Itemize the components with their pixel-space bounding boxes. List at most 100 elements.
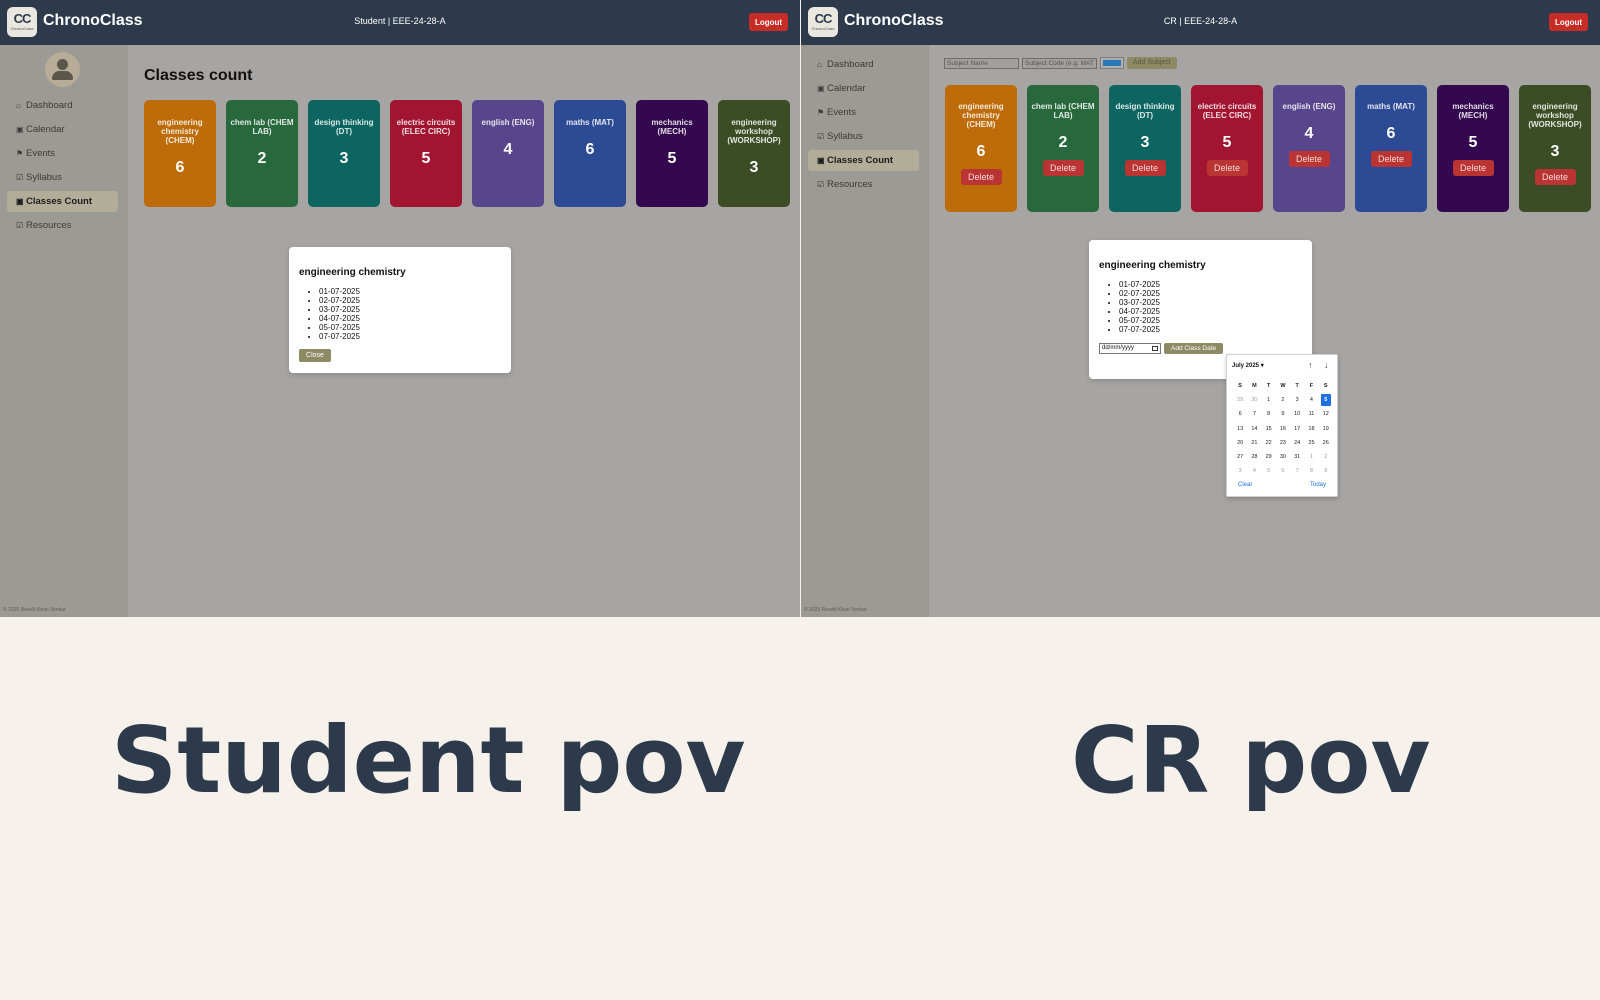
sidebar-item-syllabus[interactable]: ☑ Syllabus [7,167,118,188]
calendar-day[interactable]: 6 [1233,407,1247,421]
subject-card[interactable]: maths (MAT) 6 Delete [1355,85,1427,212]
calendar-day[interactable]: 10 [1290,407,1304,421]
delete-subject-button[interactable]: Delete [1042,160,1084,176]
sidebar-item-resources[interactable]: ☑ Resources [808,174,919,195]
calendar-day[interactable]: 7 [1290,464,1304,478]
subject-card[interactable]: electric circuits (ELEC CIRC) 5 [390,100,462,207]
delete-subject-button[interactable]: Delete [1370,151,1412,167]
calendar-day[interactable]: 5 [1262,464,1276,478]
calendar-day[interactable]: 14 [1247,422,1261,436]
subject-card[interactable]: engineering chemistry (CHEM) 6 Delete [945,85,1017,212]
sidebar-item-classes-count[interactable]: ▣ Classes Count [808,150,919,171]
subject-card[interactable]: engineering workshop (WORKSHOP) 3 [718,100,790,207]
calendar-day[interactable]: 27 [1233,450,1247,464]
delete-subject-button[interactable]: Delete [1452,160,1494,176]
sidebar-item-events[interactable]: ⚑ Events [808,102,919,123]
subject-card[interactable]: chem lab (CHEM LAB) 2 [226,100,298,207]
subject-card[interactable]: design thinking (DT) 3 [308,100,380,207]
sidebar-item-classes-count[interactable]: ▣ Classes Count [7,191,118,212]
sidebar-item-syllabus[interactable]: ☑ Syllabus [808,126,919,147]
subject-card[interactable]: english (ENG) 4 [472,100,544,207]
calendar-day[interactable]: 15 [1262,422,1276,436]
subject-card[interactable]: mechanics (MECH) 5 [636,100,708,207]
calendar-day[interactable]: 19 [1319,422,1333,436]
sidebar-item-dashboard[interactable]: ⌂ Dashboard [808,54,919,75]
calendar-day[interactable]: 13 [1233,422,1247,436]
arrow-up-icon[interactable]: ↑ [1308,360,1313,370]
calendar-day[interactable]: 17 [1290,422,1304,436]
calendar-day[interactable]: 16 [1276,422,1290,436]
sidebar-item-calendar[interactable]: ▣ Calendar [808,78,919,99]
calendar-day[interactable]: 29 [1233,393,1247,407]
calendar-day[interactable]: 18 [1304,422,1318,436]
calendar-day[interactable]: 11 [1304,407,1318,421]
today-button[interactable]: Today [1310,482,1326,488]
calendar-day[interactable]: 23 [1276,436,1290,450]
sidebar-item-events[interactable]: ⚑ Events [7,143,118,164]
calendar-day[interactable]: 1 [1304,450,1318,464]
calendar-day[interactable]: 9 [1276,407,1290,421]
close-button[interactable]: Close [299,349,331,362]
subject-cards: engineering chemistry (CHEM) 6 Delete chem … [945,85,1600,212]
calendar-day[interactable]: 1 [1262,393,1276,407]
calendar-day[interactable]: 22 [1262,436,1276,450]
calendar-day[interactable]: 28 [1247,450,1261,464]
subject-color-picker[interactable] [1100,57,1124,69]
calendar-day[interactable]: 30 [1276,450,1290,464]
calendar-day[interactable]: 31 [1290,450,1304,464]
calendar-day[interactable]: 5 [1320,394,1331,407]
subject-card[interactable]: english (ENG) 4 Delete [1273,85,1345,212]
subject-card[interactable]: chem lab (CHEM LAB) 2 Delete [1027,85,1099,212]
subject-card[interactable]: mechanics (MECH) 5 Delete [1437,85,1509,212]
calendar-day[interactable]: 4 [1304,393,1318,407]
calendar-day[interactable]: 8 [1262,407,1276,421]
sidebar-item-calendar[interactable]: ▣ Calendar [7,119,118,140]
subject-card[interactable]: engineering workshop (WORKSHOP) 3 Delete [1519,85,1591,212]
add-class-date-button[interactable]: Add Class Date [1164,343,1224,354]
calendar-day[interactable]: 3 [1290,393,1304,407]
subject-card[interactable]: engineering chemistry (CHEM) 6 [144,100,216,207]
calendar-day[interactable]: 6 [1276,464,1290,478]
calendar-day[interactable]: 3 [1233,464,1247,478]
calendar-day[interactable]: 30 [1247,393,1261,407]
class-date-item: 02-07-2025 [1119,289,1160,298]
sidebar-item-dashboard[interactable]: ⌂ Dashboard [7,95,118,116]
subject-card[interactable]: electric circuits (ELEC CIRC) 5 Delete [1191,85,1263,212]
delete-subject-button[interactable]: Delete [1534,169,1576,185]
add-subject-button[interactable]: Add Subject [1127,57,1177,69]
subject-name-input[interactable]: Subject Name [944,57,1019,69]
sidebar-item-label: Dashboard [26,100,73,111]
calendar-day[interactable]: 7 [1247,407,1261,421]
sidebar-item-resources[interactable]: ☑ Resources [7,215,118,236]
delete-subject-button[interactable]: Delete [960,169,1002,185]
subject-card[interactable]: design thinking (DT) 3 Delete [1109,85,1181,212]
month-year-select[interactable]: July 2025 ▾ [1232,362,1264,369]
calendar-day[interactable]: 9 [1319,464,1333,478]
calendar-day[interactable]: 25 [1304,436,1318,450]
calendar-day[interactable]: 20 [1233,436,1247,450]
calendar-day[interactable]: 29 [1262,450,1276,464]
arrow-down-icon[interactable]: ↓ [1324,360,1329,370]
subject-code-input[interactable]: Subject Code (e.g. MAT [1022,57,1097,69]
calendar-day[interactable]: 12 [1319,407,1333,421]
calendar-day[interactable]: 21 [1247,436,1261,450]
avatar[interactable] [45,52,80,87]
calendar-day[interactable]: 2 [1319,450,1333,464]
calendar-day[interactable]: 4 [1247,464,1261,478]
calendar-day[interactable]: 24 [1290,436,1304,450]
calendar-icon[interactable] [1152,346,1158,351]
class-date-input[interactable]: dd/mm/yyyy [1099,343,1161,354]
logout-button[interactable]: Logout [749,13,788,31]
delete-subject-button[interactable]: Delete [1206,160,1248,176]
logout-button[interactable]: Logout [1549,13,1588,31]
clear-date-button[interactable]: Clear [1238,482,1252,488]
cr-navbar: CC ChronoClass ChronoClass CR | EEE-24-2… [801,0,1600,45]
delete-subject-button[interactable]: Delete [1124,160,1166,176]
class-date-item: 05-07-2025 [319,323,360,332]
delete-subject-button[interactable]: Delete [1288,151,1330,167]
calendar-day[interactable]: 26 [1319,436,1333,450]
calendar-day[interactable]: 2 [1276,393,1290,407]
calendar-day[interactable]: 8 [1304,464,1318,478]
weekday-header: F [1309,383,1314,389]
subject-card[interactable]: maths (MAT) 6 [554,100,626,207]
